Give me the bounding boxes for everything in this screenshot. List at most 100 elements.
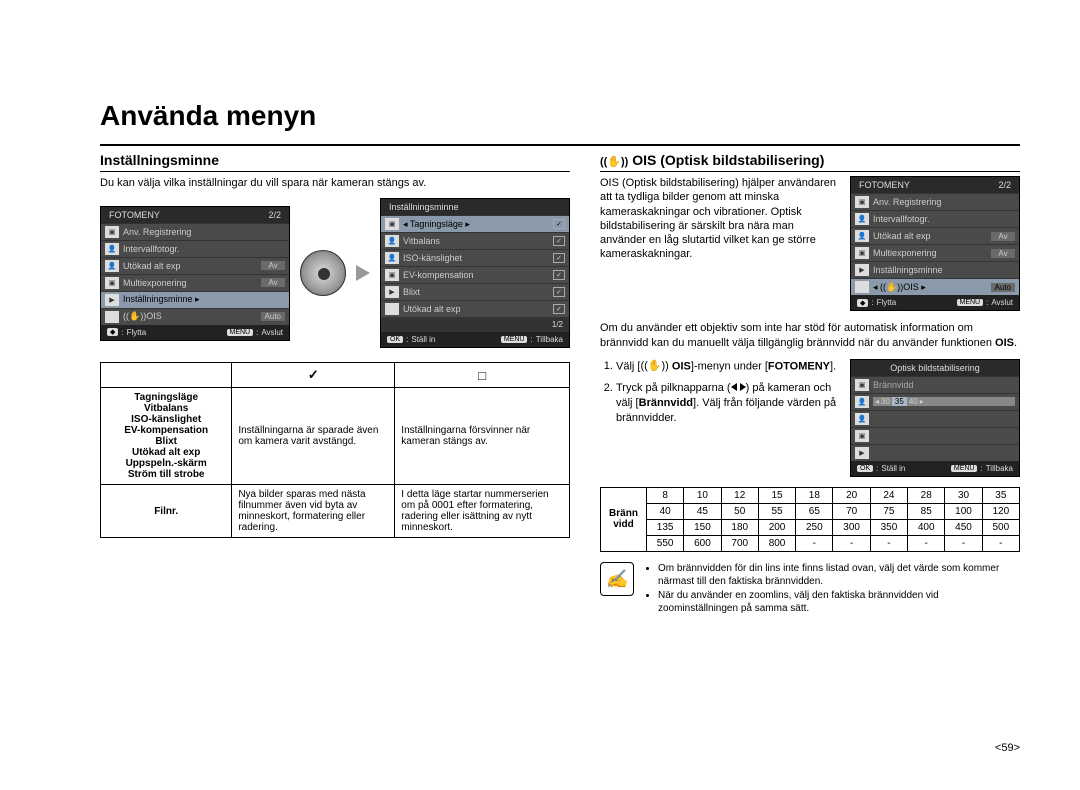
cam-menu-1: FOTOMENY2/2 ▣Anv. Registrering👤Intervall… [100,206,290,341]
row-icon: ▣ [855,247,869,259]
focal-cell: 12 [721,487,758,503]
setting-item: Blixt [107,436,225,447]
menu-row: ▶Inställningsminne [851,261,1019,278]
setting-item: Uppspeln.-skärm [107,458,225,469]
note-icon: ✍ [600,562,634,596]
focal-cell: 40 [647,503,684,519]
menu-row: ▣Anv. Registrering [851,193,1019,210]
left-intro: Du kan välja vilka inställningar du vill… [100,176,570,190]
focal-cell: - [870,535,907,551]
row-icon: ▣ [385,269,399,281]
setting-item: Vitbalans [107,403,225,414]
menu-row: ▣MultiexponeringAv [851,244,1019,261]
setting-item: Tagningsläge [107,392,225,403]
menu-row: ▣EV-kompensation✓ [381,266,569,283]
row-icon: ▶ [385,286,399,298]
focal-cell: 135 [647,519,684,535]
row-icon: 👤 [385,252,399,264]
focal-cell: 24 [870,487,907,503]
menu-row: 👤Intervallfotogr. [101,240,289,257]
setting-item: Ström till strobe [107,469,225,480]
focal-cell: 800 [758,535,795,551]
focal-cell: 500 [982,519,1019,535]
menu-row: 👤Vitbalans✓ [381,232,569,249]
focal-cell: 18 [796,487,833,503]
row-icon: 👤 [105,243,119,255]
focal-cell: 8 [647,487,684,503]
focal-cell: - [908,535,945,551]
row-icon: ▣ [105,277,119,289]
row-icon: ▣ [855,196,869,208]
step-2: Tryck på pilknapparna ( ) på kameran och… [616,381,838,427]
focal-cell: 45 [684,503,721,519]
focal-cell: 35 [982,487,1019,503]
row-icon [105,311,119,323]
menu-row: 👤Intervallfotogr. [851,210,1019,227]
settings-list: TagningslägeVitbalansISO-känslighetEV-ko… [101,388,232,485]
page-title: Använda menyn [100,100,1020,132]
focal-length-table: Brännvidd8101215182024283035404550556570… [600,487,1020,552]
focal-cell: 400 [908,519,945,535]
focal-cell: 120 [982,503,1019,519]
focal-cell: 65 [796,503,833,519]
focal-label: Brännvidd [601,487,647,551]
camera-icon: ▣ [855,379,869,391]
left-heading: Inställningsminne [100,152,570,172]
focal-cell: 20 [833,487,870,503]
focal-cell: 10 [684,487,721,503]
settings-table: ✓ □ TagningslägeVitbalansISO-känslighetE… [100,362,570,538]
col2-settings: Inställningarna är sparade även om kamer… [232,388,395,485]
menu-row: 👤ISO-känslighet✓ [381,249,569,266]
setting-item: Utökad alt exp [107,447,225,458]
row-icon: ▶ [855,264,869,276]
menu-screenshots-left: FOTOMENY2/2 ▣Anv. Registrering👤Intervall… [100,198,570,348]
cam-menu-4: Optisk bildstabilisering ▣Brännvidd 👤 ◂3… [850,359,1020,477]
focal-cell: 70 [833,503,870,519]
setting-item: EV-kompensation [107,425,225,436]
row-icon: 👤 [105,260,119,272]
step-1: Välj [((✋)) OIS]-menyn under [FOTOMENY]. [616,359,838,375]
right-para1: OIS (Optisk bildstabilisering) hjälper a… [600,176,840,262]
row-icon: ▶ [105,294,119,306]
col2-filnr: Nya bilder sparas med nästa filnummer äv… [232,485,395,538]
arrow-right-icon [356,265,370,281]
row-icon: ▣ [105,226,119,238]
menu-row: ▣MultiexponeringAv [101,274,289,291]
menu-row: Utökad alt exp✓ [381,300,569,317]
ois-icon-small: ((✋)) [640,360,668,372]
focal-cell: 550 [647,535,684,551]
rule [100,144,1020,146]
menu-row: 👤Utökad alt expAv [101,257,289,274]
col-checked-icon: ✓ [232,363,395,388]
focal-cell: 85 [908,503,945,519]
note-2: När du använder en zoomlins, välj den fa… [658,589,1020,616]
col-unchecked-icon: □ [395,363,570,388]
note-1: Om brännvidden för din lins inte finns l… [658,562,1020,589]
steps: Välj [((✋)) OIS]-menyn under [FOTOMENY].… [600,359,838,433]
col3-settings: Inställningarna försvinner när kameran s… [395,388,570,485]
col3-filnr: I detta läge startar nummerserien om på … [395,485,570,538]
menu-row: ▣Anv. Registrering [101,223,289,240]
menu-row: ▣◂ Tagningsläge ▸✓ [381,215,569,232]
setting-item: ISO-känslighet [107,414,225,425]
row-icon: 👤 [855,230,869,242]
note-block: ✍ Om brännvidden för din lins inte finns… [600,562,1020,616]
ois-icon: ((✋)) [600,156,628,168]
camera-icon: ▣ [855,430,869,442]
focal-cell: - [796,535,833,551]
cam-menu-3: FOTOMENY2/2 ▣Anv. Registrering👤Intervall… [850,176,1020,311]
focal-cell: 50 [721,503,758,519]
row-icon: 👤 [385,235,399,247]
filnr-label: Filnr. [101,485,232,538]
focal-cell: 30 [945,487,982,503]
focal-cell: 100 [945,503,982,519]
focal-cell: 75 [870,503,907,519]
nav-wheel-icon [300,250,346,296]
focal-cell: 200 [758,519,795,535]
focal-cell: 150 [684,519,721,535]
right-heading-text: OIS (Optisk bildstabilisering) [632,152,824,168]
menu-row: ((✋))OISAuto [101,308,289,325]
focal-cell: - [982,535,1019,551]
row-icon [385,303,399,315]
focal-cell: 180 [721,519,758,535]
